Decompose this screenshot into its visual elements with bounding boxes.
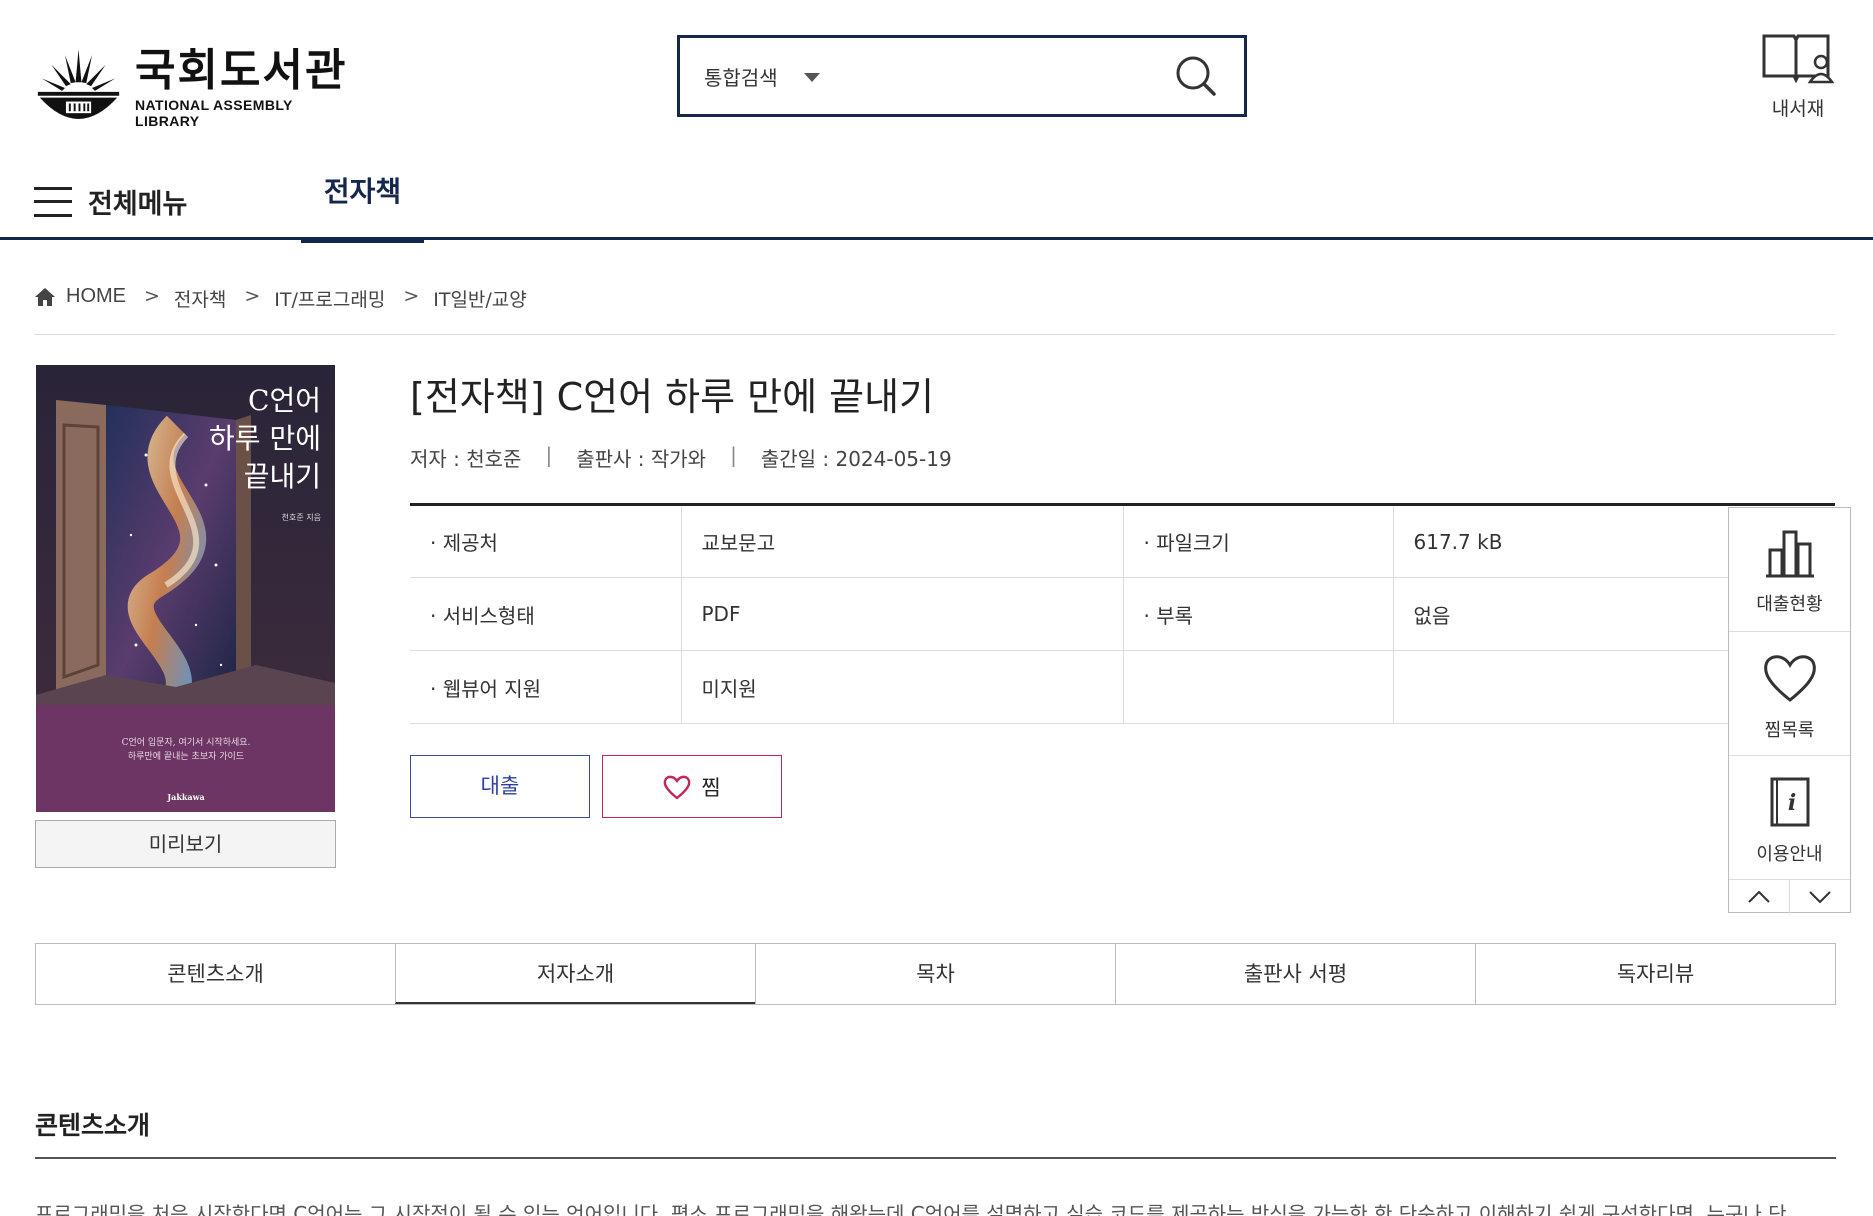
home-icon: [35, 287, 55, 306]
all-menu-label: 전체메뉴: [88, 189, 188, 220]
caret-down-icon: [803, 72, 820, 82]
breadcrumb-item-it-programming[interactable]: IT/프로그래밍: [274, 285, 385, 312]
tab-table-of-contents[interactable]: 목차: [755, 944, 1115, 1004]
logo-title: 국회도서관: [135, 45, 348, 96]
breadcrumb-home-label: HOME: [66, 285, 126, 307]
quick-wishlist-label: 찜목록: [1764, 720, 1815, 741]
section-title: 콘텐츠소개: [35, 1111, 151, 1140]
book-info-table: · 제공처 교보문고 · 파일크기 617.7 kB · 서비스형태 PDF ·…: [410, 503, 1835, 724]
heart-icon: [663, 775, 691, 800]
heart-outline-icon: [1763, 655, 1816, 702]
tab-author-intro[interactable]: 저자소개: [395, 944, 755, 1004]
cover-title-line2: 하루 만에: [209, 422, 321, 455]
library-emblem-icon: [37, 49, 120, 119]
info-key: · 부록: [1122, 577, 1393, 651]
search-scope-label: 통합검색: [704, 65, 778, 90]
book-author: 저자 : 천호준: [410, 447, 522, 471]
info-key: · 제공처: [410, 504, 681, 578]
search-box: 통합검색: [677, 35, 1247, 117]
cover-title-line1: C언어: [248, 384, 321, 417]
svg-text:i: i: [1787, 790, 1795, 816]
open-book-user-icon: [1762, 34, 1835, 84]
breadcrumb-item-it-general[interactable]: IT일반/교양: [433, 285, 527, 312]
meta-separator: |: [730, 443, 737, 467]
my-bookshelf-link[interactable]: 내서재: [1750, 32, 1846, 132]
book-cover-image: C언어 하루 만에 끝내기 천호준 지음 C언어 입문자, 여기서 시작하세요.…: [36, 365, 335, 812]
book-title: [전자책] C언어 하루 만에 끝내기: [410, 375, 935, 419]
quick-loan-status-label: 대출현황: [1756, 594, 1823, 615]
active-tab-indicator: [301, 237, 424, 243]
tab-reader-reviews[interactable]: 독자리뷰: [1475, 944, 1835, 1004]
cover-blurb-line1: C언어 입문자, 여기서 시작하세요.: [122, 736, 251, 748]
hamburger-icon: [34, 186, 72, 217]
section-body-text: 프로그래밍을 처음 시작한다면 C언어는 그 시작점이 될 수 있는 언어입니다…: [35, 1202, 1787, 1216]
quick-loan-status[interactable]: 대출현황: [1729, 508, 1850, 632]
info-key: · 파일크기: [1122, 504, 1393, 578]
building-chart-icon: [1765, 530, 1814, 578]
info-key: · 서비스형태: [410, 577, 681, 651]
breadcrumb-separator: >: [144, 285, 160, 307]
scroll-up-button[interactable]: [1729, 880, 1789, 914]
chevron-up-icon: [1748, 890, 1770, 903]
book-meta: 저자 : 천호준 | 출판사 : 작가와 | 출간일 : 2024-05-19: [410, 443, 952, 472]
quick-wishlist[interactable]: 찜목록: [1729, 632, 1850, 756]
logo-subtitle: NATIONAL ASSEMBLY LIBRARY: [135, 97, 293, 129]
scroll-down-button[interactable]: [1789, 880, 1850, 914]
table-row: · 제공처 교보문고 · 파일크기 617.7 kB: [410, 504, 1835, 578]
book-pub-date: 출간일 : 2024-05-19: [760, 447, 952, 471]
breadcrumb: HOME > 전자책 > IT/프로그래밍 > IT일반/교양: [34, 285, 1835, 335]
info-key: [1122, 650, 1393, 724]
detail-tabs: 콘텐츠소개 저자소개 목차 출판사 서평 독자리뷰: [35, 943, 1836, 1005]
bookshelf-label: 내서재: [1771, 98, 1825, 120]
wishlist-label: 찜: [701, 775, 721, 800]
info-value: 교보문고: [680, 504, 1123, 578]
breadcrumb-home[interactable]: HOME: [34, 285, 126, 308]
all-menu-button[interactable]: 전체메뉴: [34, 182, 187, 221]
cover-blurb-line2: 하루만에 끝내는 초보자 가이드: [128, 751, 244, 762]
book-cover[interactable]: C언어 하루 만에 끝내기 천호준 지음 C언어 입문자, 여기서 시작하세요.…: [36, 365, 335, 812]
site-logo[interactable]: 국회도서관 NATIONAL ASSEMBLY LIBRARY: [34, 40, 354, 136]
book-publisher: 출판사 : 작가와: [576, 447, 707, 471]
cover-title-line3: 끝내기: [244, 460, 321, 493]
nav-tab-ebook-label: 전자책: [323, 175, 402, 208]
chevron-down-icon: [1809, 891, 1831, 904]
table-row: · 서비스형태 PDF · 부록 없음: [410, 577, 1835, 651]
tab-publisher-review[interactable]: 출판사 서평: [1115, 944, 1475, 1004]
search-button[interactable]: [1166, 46, 1226, 106]
search-scope-select[interactable]: 통합검색: [704, 62, 820, 91]
quick-menu: 대출현황 찜목록 i 이용안내: [1728, 507, 1851, 914]
loan-button[interactable]: 대출: [410, 755, 590, 818]
search-input[interactable]: [839, 46, 1166, 106]
site-header: 국회도서관 NATIONAL ASSEMBLY LIBRARY 통합검색 내서재: [0, 0, 1873, 160]
section-divider: [35, 1157, 1836, 1159]
search-icon: [1176, 56, 1216, 96]
tab-content-intro[interactable]: 콘텐츠소개: [36, 944, 395, 1004]
preview-button[interactable]: 미리보기: [35, 820, 336, 868]
info-value: 미지원: [680, 650, 1123, 724]
info-book-icon: i: [1770, 777, 1809, 827]
breadcrumb-item-ebook[interactable]: 전자책: [174, 285, 226, 312]
quick-menu-scroll: [1729, 880, 1850, 914]
table-row: · 웹뷰어 지원 미지원: [410, 650, 1835, 724]
nav-tab-ebook[interactable]: 전자책: [301, 160, 424, 243]
quick-usage-guide-label: 이용안내: [1756, 844, 1823, 865]
meta-separator: |: [545, 443, 553, 467]
wishlist-button[interactable]: 찜: [602, 755, 782, 818]
breadcrumb-separator: >: [244, 285, 261, 307]
cover-publisher: Jakkawa: [166, 792, 204, 802]
cover-author: 천호준 지음: [282, 512, 321, 522]
breadcrumb-separator: >: [403, 285, 420, 307]
info-value: PDF: [680, 577, 1123, 651]
quick-usage-guide[interactable]: i 이용안내: [1729, 756, 1850, 880]
info-key: · 웹뷰어 지원: [410, 650, 681, 724]
main-navigation: 전체메뉴 전자책: [0, 160, 1873, 243]
